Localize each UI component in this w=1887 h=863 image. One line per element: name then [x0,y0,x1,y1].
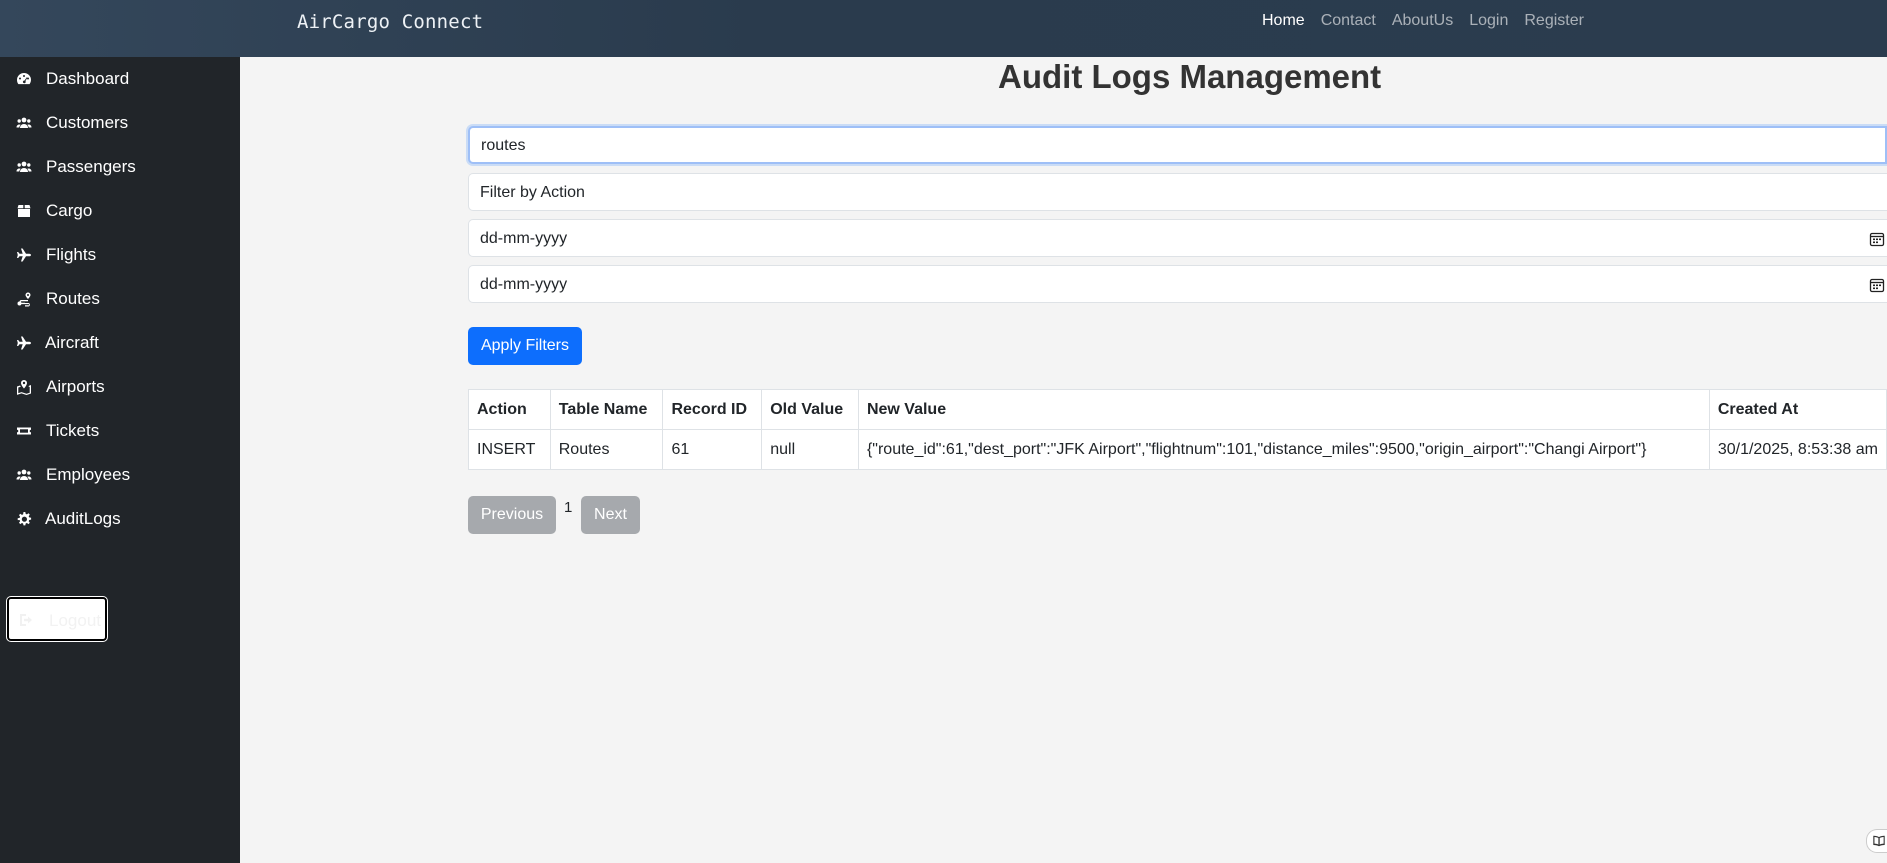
box-icon [15,202,33,220]
nav-contact[interactable]: Contact [1321,12,1376,30]
sidebar-item-label: Dashboard [46,69,130,88]
next-button[interactable]: Next [581,496,640,534]
sidebar-item-label: Employees [46,465,131,484]
sidebar-item-label: Customers [46,113,129,132]
sidebar-item-airports[interactable]: Airports [0,365,240,409]
logout-icon [18,612,34,628]
users-icon [15,466,33,484]
end-date-input[interactable]: dd-mm-yyyy [468,265,1887,303]
cell-table-name: Routes [549,429,664,470]
search-input-value: routes [481,137,526,154]
action-filter-select[interactable]: Filter by Action [468,173,1887,211]
sidebar-item-label: Tickets [46,421,100,440]
sidebar-item-aircraft[interactable]: Aircraft [0,321,240,365]
column-header-action: Action [468,389,551,430]
cell-record-id: 61 [662,429,763,470]
map-icon [15,378,33,396]
cell-created-at: 30/1/2025, 8:53:38 am [1708,429,1887,470]
apply-filters-button[interactable]: Apply Filters [468,327,582,365]
current-page-number: 1 [564,499,573,516]
nav-aboutus[interactable]: AboutUs [1392,12,1453,30]
calendar-icon[interactable] [1869,277,1885,293]
book-icon[interactable] [1866,829,1887,853]
sidebar-item-label: Aircraft [45,333,99,352]
sidebar-item-label: Routes [46,289,100,308]
audit-logs-table: Action Table Name Record ID Old Value Ne… [468,389,1887,470]
sidebar-item-auditlogs[interactable]: AuditLogs [0,497,240,541]
gauge-icon [15,70,33,88]
sidebar: Dashboard Customers Passengers Cargo Fli… [0,57,240,863]
column-header-created-at: Created At [1708,389,1887,430]
table-header-row: Action Table Name Record ID Old Value Ne… [468,389,1887,430]
logout-button[interactable]: Logout [6,596,108,642]
sidebar-item-flights[interactable]: Flights [0,233,240,277]
plane-icon [15,334,33,352]
top-nav: Home Contact AboutUs Login Register [1262,12,1584,30]
nav-home[interactable]: Home [1262,12,1305,30]
gear-icon [15,510,33,528]
column-header-old-value: Old Value [761,389,859,430]
sidebar-item-routes[interactable]: Routes [0,277,240,321]
cell-new-value: {"route_id":61,"dest_port":"JFK Airport"… [857,429,1710,470]
action-filter-value: Filter by Action [480,184,585,201]
start-date-input[interactable]: dd-mm-yyyy [468,219,1887,257]
column-header-table-name: Table Name [549,389,664,430]
calendar-icon[interactable] [1869,231,1885,247]
route-icon [15,290,33,308]
table-row: INSERT Routes 61 null {"route_id":61,"de… [468,429,1887,470]
sidebar-item-label: AuditLogs [45,509,121,528]
top-navbar: AirCargo Connect Home Contact AboutUs Lo… [0,0,1887,57]
cell-action: INSERT [468,429,551,470]
logout-label: Logout [49,611,101,630]
sidebar-item-label: Flights [46,245,97,264]
sidebar-item-passengers[interactable]: Passengers [0,145,240,189]
column-header-record-id: Record ID [662,389,763,430]
sidebar-item-label: Passengers [46,157,136,176]
plane-icon [15,246,33,264]
page-title: Audit Logs Management [998,58,1382,95]
column-header-new-value: New Value [857,389,1710,430]
brand-logo[interactable]: AirCargo Connect [297,11,483,33]
users-icon [15,158,33,176]
previous-button[interactable]: Previous [468,496,556,534]
users-icon [15,114,33,132]
ticket-icon [15,422,33,440]
sidebar-item-dashboard[interactable]: Dashboard [0,57,240,101]
end-date-placeholder: dd-mm-yyyy [480,276,568,293]
search-input[interactable]: routes [468,126,1887,164]
sidebar-item-label: Airports [46,377,105,396]
nav-login[interactable]: Login [1469,12,1508,30]
start-date-placeholder: dd-mm-yyyy [480,230,568,247]
sidebar-item-employees[interactable]: Employees [0,453,240,497]
cell-old-value: null [761,429,859,470]
sidebar-item-tickets[interactable]: Tickets [0,409,240,453]
nav-register[interactable]: Register [1524,12,1584,30]
sidebar-item-label: Cargo [46,201,93,220]
sidebar-item-cargo[interactable]: Cargo [0,189,240,233]
sidebar-item-customers[interactable]: Customers [0,101,240,145]
